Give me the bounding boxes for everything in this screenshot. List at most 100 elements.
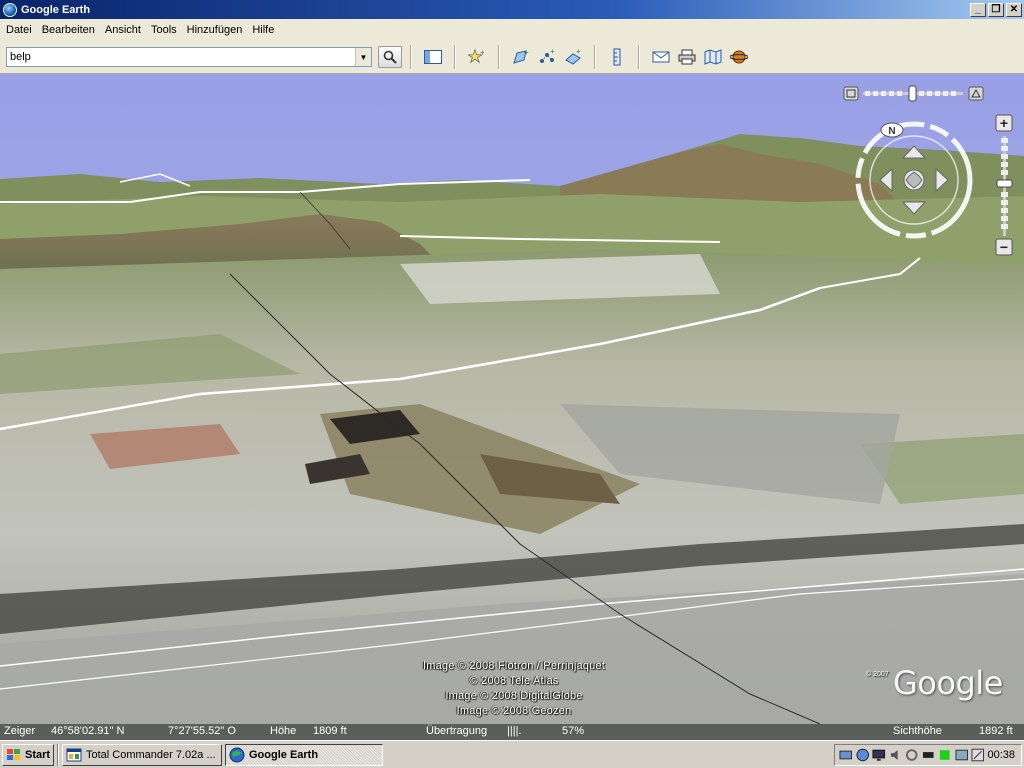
svg-text:+: + xyxy=(480,48,485,57)
logo-copyright: © 2007 xyxy=(866,671,889,678)
center-hand-icon[interactable] xyxy=(903,169,925,191)
window-title: Google Earth xyxy=(21,3,91,16)
battery-icon[interactable] xyxy=(922,748,936,762)
sync-icon[interactable] xyxy=(905,748,919,762)
total-commander-icon xyxy=(66,748,82,761)
zoom-slider[interactable]: + − xyxy=(994,114,1014,259)
svg-text:+: + xyxy=(550,48,555,56)
search-button[interactable] xyxy=(378,46,402,68)
start-label: Start xyxy=(25,748,51,761)
google-earth-icon xyxy=(229,747,245,762)
pointer-latitude: 46°58'02.91" N xyxy=(51,725,125,737)
polygon-icon: + xyxy=(513,48,529,64)
clock: 00:38 xyxy=(987,749,1016,761)
email-button[interactable] xyxy=(650,46,672,68)
menu-tools[interactable]: Tools xyxy=(147,24,183,36)
navigation-compass[interactable]: N xyxy=(852,118,976,242)
add-placemark-button[interactable]: + xyxy=(466,46,488,68)
shield-icon[interactable] xyxy=(855,748,870,762)
look-slider[interactable] xyxy=(843,85,985,102)
toolbar-separator xyxy=(498,45,500,69)
sky-switch-button[interactable] xyxy=(728,46,750,68)
google-earth-icon xyxy=(3,2,17,17)
window-switch-icon[interactable] xyxy=(971,748,985,762)
menu-hilfe[interactable]: Hilfe xyxy=(248,24,280,36)
search-history-dropdown[interactable]: ▼ xyxy=(355,48,371,66)
svg-text:−: − xyxy=(1000,239,1008,255)
attribution-line: Image © 2008 DigitalGlobe xyxy=(445,690,583,702)
svg-text:+: + xyxy=(1000,115,1008,131)
toolbar-separator xyxy=(454,45,456,69)
pan-right-icon[interactable] xyxy=(935,167,949,193)
task-google-earth[interactable]: Google Earth xyxy=(225,743,383,766)
status-bar: Zeiger 46°58'02.91" N 7°27'55.52" O Höhe… xyxy=(0,724,1024,740)
close-button[interactable]: ✕ xyxy=(1006,2,1022,17)
maps-icon xyxy=(704,49,722,65)
pointer-longitude: 7°27'55.52" O xyxy=(168,725,236,737)
menu-datei[interactable]: Datei xyxy=(2,24,38,36)
image-overlay-icon: + xyxy=(565,48,581,65)
imagery-attribution: Image © 2008 Flotron / Perrinjaquet © 20… xyxy=(380,659,648,719)
streaming-bars: ||||. xyxy=(507,725,522,737)
email-icon xyxy=(652,51,670,63)
add-image-overlay-button[interactable]: + xyxy=(562,46,584,68)
earth-3d-view[interactable]: N + − Image © 2008 Flotron / Perrinjaque… xyxy=(0,74,1024,724)
maximize-button[interactable]: ❐ xyxy=(988,2,1004,17)
ruler-button[interactable] xyxy=(606,46,628,68)
menu-bearbeiten[interactable]: Bearbeiten xyxy=(38,24,101,36)
attribution-line: Image © 2008 Flotron / Perrinjaquet xyxy=(422,660,606,672)
north-indicator[interactable]: N xyxy=(880,122,904,138)
network-icon[interactable] xyxy=(839,748,853,762)
toolbar-separator xyxy=(410,45,412,69)
print-icon xyxy=(678,49,696,65)
connection-icon[interactable] xyxy=(954,748,969,762)
pointer-label: Zeiger xyxy=(4,725,36,737)
task-label: Google Earth xyxy=(249,748,319,761)
sidebar-toggle-icon xyxy=(424,50,442,64)
add-polygon-button[interactable]: + xyxy=(510,46,532,68)
taskbar: Start Total Commander 7.02a ... Google E… xyxy=(0,740,1024,768)
streaming-percent: 57% xyxy=(562,725,585,737)
attribution-line: © 2008 Tele Atlas xyxy=(469,675,559,687)
task-label: Total Commander 7.02a ... xyxy=(86,748,216,761)
toolbar-separator xyxy=(594,45,596,69)
zoom-in-button[interactable]: + xyxy=(995,114,1013,132)
svg-text:N: N xyxy=(888,126,895,137)
google-maps-button[interactable] xyxy=(702,46,724,68)
path-icon: + xyxy=(540,48,555,63)
pan-up-icon[interactable] xyxy=(901,145,927,159)
sidebar-toggle-button[interactable] xyxy=(422,46,444,68)
taskbar-separator xyxy=(57,743,59,766)
minimize-button[interactable]: _ xyxy=(970,2,986,17)
elevation-value: 1809 ft xyxy=(313,725,347,737)
sky-icon xyxy=(730,50,748,64)
elevation-label: Höhe xyxy=(270,725,297,737)
svg-text:+: + xyxy=(524,48,529,57)
menu-bar: Datei Bearbeiten Ansicht Tools Hinzufüge… xyxy=(0,19,1024,41)
monitor-icon[interactable] xyxy=(872,748,886,762)
eye-altitude-value: 1892 ft xyxy=(979,725,1013,737)
attribution-line: Image © 2008 Geozen xyxy=(456,705,572,717)
eye-altitude-label: Sichthöhe xyxy=(893,725,942,737)
pan-down-icon[interactable] xyxy=(901,201,927,215)
task-total-commander[interactable]: Total Commander 7.02a ... xyxy=(62,743,222,766)
system-tray: 00:38 xyxy=(834,744,1022,766)
svg-text:+: + xyxy=(576,48,581,56)
pan-left-icon[interactable] xyxy=(879,167,893,193)
print-button[interactable] xyxy=(676,46,698,68)
add-path-button[interactable]: + xyxy=(536,46,558,68)
zoom-out-button[interactable]: − xyxy=(995,238,1013,256)
menu-hinzufuegen[interactable]: Hinzufügen xyxy=(183,24,249,36)
title-bar: Google Earth _ ❐ ✕ xyxy=(0,0,1024,19)
search-box: ▼ xyxy=(6,47,372,67)
toolbar-separator xyxy=(638,45,640,69)
search-input[interactable] xyxy=(7,48,355,66)
magnifier-icon xyxy=(383,50,397,64)
start-button[interactable]: Start xyxy=(2,743,54,766)
placemark-icon: + xyxy=(468,48,485,64)
speaker-icon[interactable] xyxy=(889,748,903,762)
google-logo: Google xyxy=(893,664,1003,702)
menu-ansicht[interactable]: Ansicht xyxy=(101,24,147,36)
ruler-icon xyxy=(613,48,621,66)
status-green-icon[interactable] xyxy=(938,748,952,762)
